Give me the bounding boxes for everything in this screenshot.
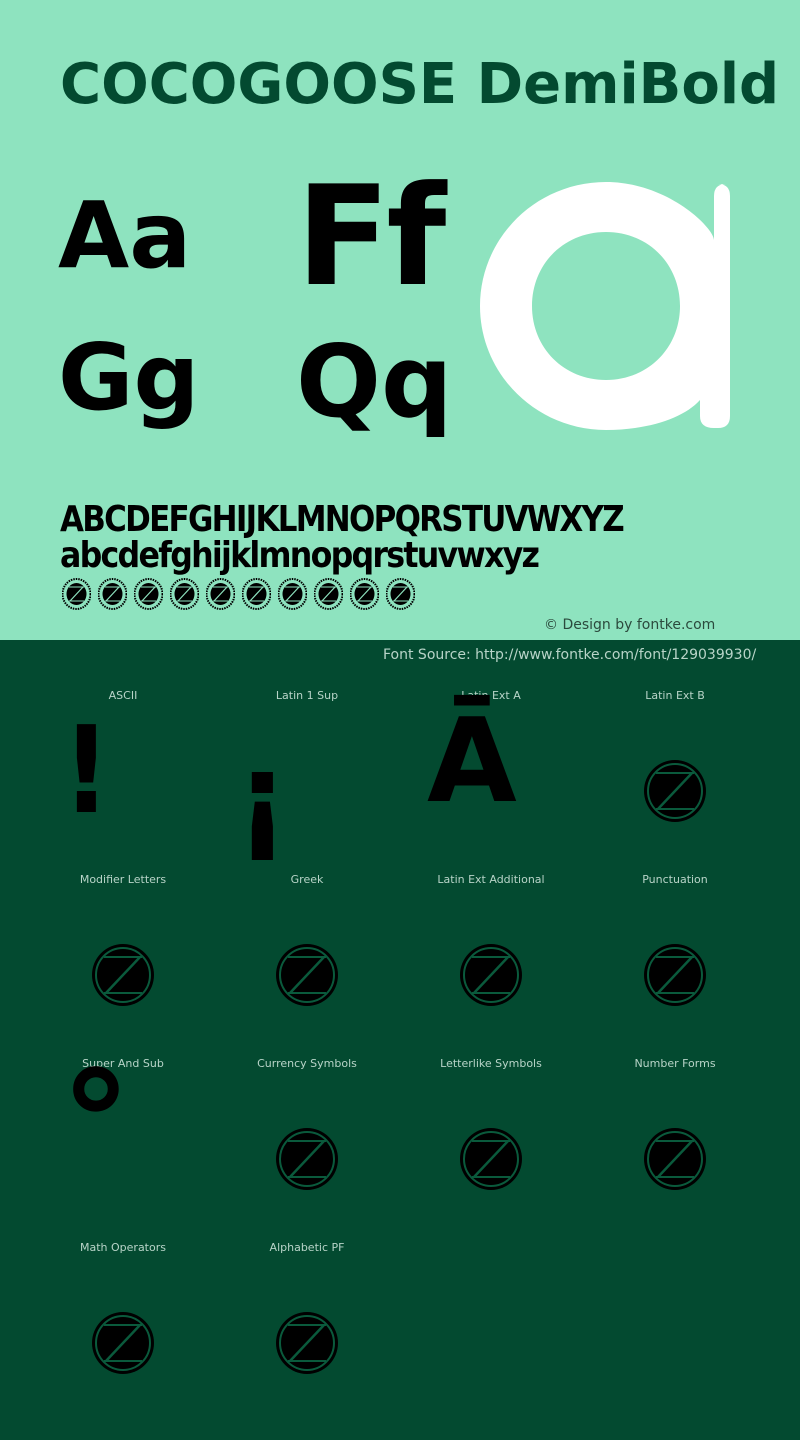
block-sample-glyph: ° — [61, 1042, 131, 1205]
unicode-block-label: Punctuation — [642, 873, 708, 886]
unicode-block-cell: Super And Sub ° — [31, 1042, 215, 1240]
sample-pair-gg: Gg — [58, 324, 200, 431]
unicode-block-cell: Alphabetic PF — [215, 1240, 399, 1424]
unicode-block-label: Number Forms — [634, 1057, 716, 1070]
hero-glyph-a — [480, 182, 730, 430]
block-sample-glyph: ! — [61, 702, 111, 841]
unicode-block-cell: Greek — [215, 872, 399, 1056]
digits-sample — [62, 578, 415, 610]
unicode-block-cell: Latin Ext B — [583, 688, 767, 872]
notdef-placeholder-icon — [642, 758, 708, 828]
unicode-block-label: Math Operators — [80, 1241, 166, 1254]
unicode-block-cell: Number Forms — [583, 1056, 767, 1240]
unicode-block-label: Latin Ext B — [645, 689, 705, 702]
notdef-placeholder-icon — [350, 578, 379, 610]
notdef-placeholder-icon — [242, 578, 271, 610]
unicode-block-label: Latin 1 Sup — [275, 689, 339, 702]
unicode-block-cell: Letterlike Symbols — [399, 1056, 583, 1240]
unicode-block-label: ASCII — [108, 689, 138, 702]
unicode-block-label: Latin Ext Additional — [437, 873, 545, 886]
unicode-block-label: Alphabetic PF — [269, 1241, 345, 1254]
notdef-placeholder-icon — [458, 942, 524, 1012]
notdef-placeholder-icon — [170, 578, 199, 610]
unicode-block-cell: Modifier Letters — [31, 872, 215, 1056]
uppercase-sample: ABCDEFGHIJKLMNOPQRSTUVWXYZ — [60, 499, 625, 540]
notdef-placeholder-icon — [458, 1126, 524, 1196]
unicode-block-label: Currency Symbols — [257, 1057, 357, 1070]
sample-pair-ff: Ff — [296, 156, 446, 317]
unicode-block-cell: ASCII! — [31, 688, 215, 872]
sample-pair-aa: Aa — [58, 182, 192, 289]
notdef-placeholder-icon — [134, 578, 163, 610]
lowercase-sample: abcdefghijklmnopqrstuvwxyz — [60, 535, 540, 576]
design-credit: © Design by fontke.com — [544, 617, 716, 633]
block-sample-glyph: Ā — [427, 694, 517, 829]
notdef-placeholder-icon — [314, 578, 343, 610]
notdef-placeholder-icon — [62, 578, 91, 610]
notdef-placeholder-icon — [642, 942, 708, 1012]
unicode-block-cell: Latin Ext AĀ — [399, 688, 583, 872]
unicode-block-label: Modifier Letters — [79, 873, 167, 886]
unicode-block-cell: Punctuation — [583, 872, 767, 1056]
unicode-block-cell: Math Operators — [31, 1240, 215, 1424]
notdef-placeholder-icon — [642, 1126, 708, 1196]
notdef-placeholder-icon — [274, 942, 340, 1012]
notdef-placeholder-icon — [90, 1310, 156, 1380]
preview-panel: COCOGOOSE DemiBold Aa Ff Gg Qq ABCDEFGHI… — [0, 0, 800, 640]
unicode-block-label: Greek — [290, 873, 324, 886]
unicode-block-cell: Latin 1 Sup ¡ — [215, 688, 399, 872]
font-source-link[interactable]: Font Source: http://www.fontke.com/font/… — [383, 645, 756, 665]
sample-pair-qq: Qq — [296, 323, 453, 440]
notdef-placeholder-icon — [98, 578, 127, 610]
unicode-block-cell: Currency Symbols — [215, 1056, 399, 1240]
notdef-placeholder-icon — [206, 578, 235, 610]
unicode-block-label: Letterlike Symbols — [440, 1057, 542, 1070]
block-sample-glyph: ¡ — [235, 728, 290, 867]
notdef-placeholder-icon — [90, 942, 156, 1012]
notdef-placeholder-icon — [278, 578, 307, 610]
notdef-placeholder-icon — [386, 578, 415, 610]
font-title: COCOGOOSE DemiBold — [60, 52, 780, 117]
notdef-placeholder-icon — [274, 1126, 340, 1196]
unicode-block-cell: Latin Ext Additional — [399, 872, 583, 1056]
notdef-placeholder-icon — [274, 1310, 340, 1380]
